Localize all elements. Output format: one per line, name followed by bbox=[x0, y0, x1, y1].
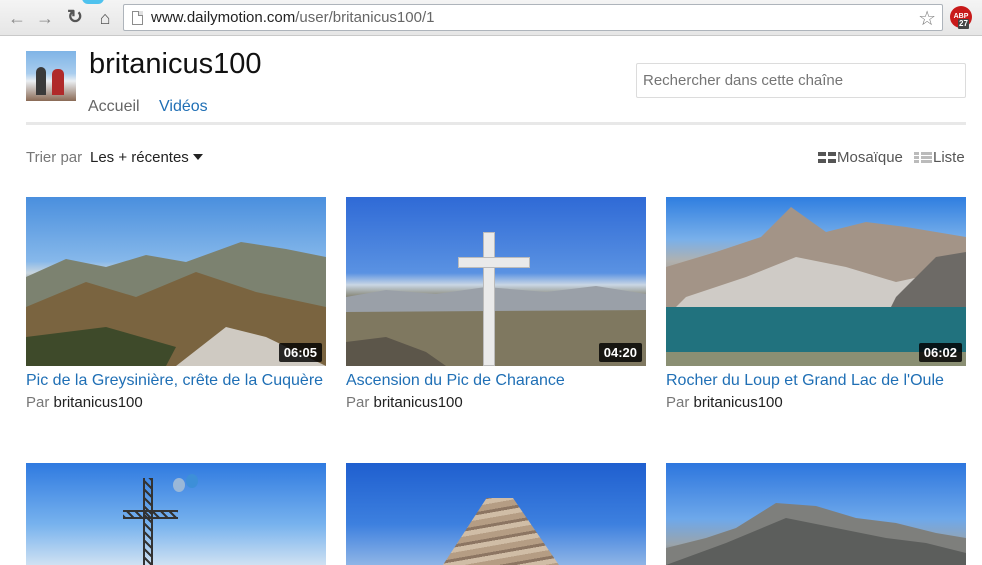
summit-cross-arm bbox=[123, 510, 178, 519]
balloon bbox=[173, 478, 185, 492]
video-byline: Par britanicus100 bbox=[346, 393, 646, 413]
tabs-divider bbox=[26, 122, 966, 125]
video-author-link[interactable]: britanicus100 bbox=[54, 394, 143, 411]
url-text: www.dailymotion.com/user/britanicus100/1 bbox=[151, 9, 435, 26]
video-card: 06:05 Pic de la Greysinière, crête de la… bbox=[26, 197, 326, 413]
by-label: Par bbox=[346, 394, 370, 411]
channel-avatar[interactable] bbox=[26, 51, 76, 101]
video-thumbnail[interactable] bbox=[346, 463, 646, 565]
channel-search-input[interactable] bbox=[636, 63, 966, 98]
reload-icon[interactable]: ↻ bbox=[64, 7, 86, 29]
summit-cross bbox=[483, 232, 495, 366]
back-arrow-icon[interactable]: ← bbox=[6, 7, 28, 29]
video-title-link[interactable]: Pic de la Greysinière, crête de la Cuquè… bbox=[26, 371, 326, 391]
by-label: Par bbox=[666, 394, 690, 411]
video-duration: 06:05 bbox=[278, 343, 322, 362]
video-card bbox=[26, 463, 326, 565]
video-thumbnail[interactable]: 06:02 bbox=[666, 197, 966, 366]
sort-label: Trier par bbox=[26, 149, 83, 166]
channel-title[interactable]: britanicus100 bbox=[89, 48, 262, 81]
page-icon bbox=[132, 11, 143, 25]
video-thumbnail[interactable] bbox=[666, 463, 966, 565]
summit-cross-arm bbox=[458, 257, 530, 268]
video-thumbnail[interactable] bbox=[26, 463, 326, 565]
view-list-label: Liste bbox=[933, 149, 965, 166]
video-thumbnail[interactable]: 06:05 bbox=[26, 197, 326, 366]
chevron-down-icon bbox=[192, 154, 203, 160]
view-mosaic-label: Mosaïque bbox=[837, 149, 903, 166]
video-card bbox=[346, 463, 646, 565]
video-title-link[interactable]: Ascension du Pic de Charance bbox=[346, 371, 646, 391]
video-title-link[interactable]: Rocher du Loup et Grand Lac de l'Oule bbox=[666, 371, 966, 391]
video-duration: 04:20 bbox=[598, 343, 642, 362]
video-byline: Par britanicus100 bbox=[26, 393, 326, 413]
view-mosaic-button[interactable]: Mosaïque bbox=[818, 149, 903, 166]
view-list-button[interactable]: Liste bbox=[914, 149, 965, 166]
grid-icon bbox=[818, 152, 836, 163]
video-card: 06:02 Rocher du Loup et Grand Lac de l'O… bbox=[666, 197, 966, 413]
sort-dropdown-value: Les + récentes bbox=[90, 149, 189, 166]
bookmark-star-icon[interactable]: ☆ bbox=[918, 6, 936, 31]
by-label: Par bbox=[26, 394, 50, 411]
video-card bbox=[666, 463, 966, 565]
video-author-link[interactable]: britanicus100 bbox=[694, 394, 783, 411]
sort-dropdown[interactable]: Les + récentes bbox=[90, 149, 203, 166]
mountain-scenery bbox=[666, 503, 966, 565]
forward-arrow-icon[interactable]: → bbox=[34, 7, 56, 29]
video-thumbnail[interactable]: 04:20 bbox=[346, 197, 646, 366]
tab-indicator bbox=[82, 0, 104, 4]
browser-toolbar: ← → ↻ ⌂ www.dailymotion.com/user/britani… bbox=[0, 0, 982, 36]
summit-cross bbox=[143, 478, 153, 565]
adblock-count-badge: 27 bbox=[958, 19, 969, 29]
stone-cairn bbox=[441, 498, 561, 565]
video-author-link[interactable]: britanicus100 bbox=[374, 394, 463, 411]
video-card: 04:20 Ascension du Pic de Charance Par b… bbox=[346, 197, 646, 413]
balloon bbox=[186, 474, 198, 488]
list-icon bbox=[914, 152, 932, 163]
video-duration: 06:02 bbox=[918, 343, 962, 362]
home-icon[interactable]: ⌂ bbox=[94, 7, 116, 29]
video-byline: Par britanicus100 bbox=[666, 393, 966, 413]
tab-accueil[interactable]: Accueil bbox=[88, 98, 140, 116]
address-bar[interactable]: www.dailymotion.com/user/britanicus100/1… bbox=[123, 4, 943, 31]
tab-videos[interactable]: Vidéos bbox=[159, 98, 208, 125]
